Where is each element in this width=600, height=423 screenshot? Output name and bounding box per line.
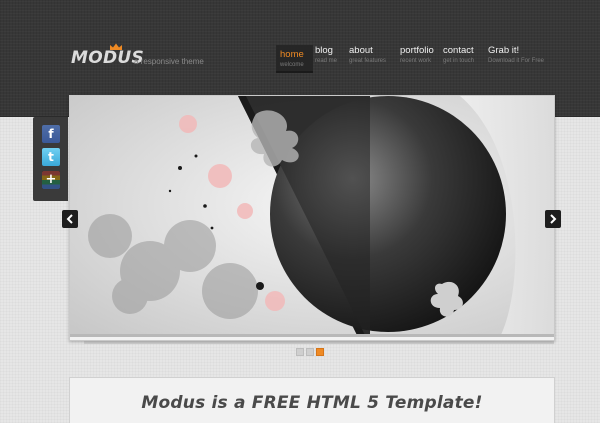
nav-item-contact[interactable]: contact get in touch — [443, 45, 474, 73]
nav-item-about[interactable]: about great features — [349, 45, 386, 73]
nav-item-home[interactable]: home welcome — [276, 45, 313, 73]
nav-item-blog[interactable]: blog read me — [315, 45, 337, 73]
chevron-right-icon — [550, 214, 557, 224]
nav-label: Grab it! — [488, 45, 520, 56]
chevron-left-icon — [66, 214, 73, 224]
slider-prev-button[interactable] — [62, 210, 78, 228]
slider-dot-1[interactable] — [296, 348, 304, 356]
nav-sublabel: recent work — [400, 58, 432, 64]
slider-dot-3[interactable] — [316, 348, 324, 356]
slider-next-button[interactable] — [545, 210, 561, 228]
main-navigation: home welcome blog read me about great fe… — [0, 45, 600, 75]
page-headline: Modus is a FREE HTML 5 Template! — [141, 393, 483, 413]
nav-label: blog — [315, 45, 333, 56]
social-share-bar: f t + — [33, 117, 68, 201]
nav-sublabel: Download it For Free — [488, 58, 545, 64]
nav-sublabel: read me — [315, 58, 338, 64]
nav-item-portfolio[interactable]: portfolio recent work — [400, 45, 434, 73]
google-plus-icon[interactable]: + — [42, 171, 60, 189]
nav-sublabel: great features — [349, 58, 387, 64]
facebook-icon[interactable]: f — [42, 125, 60, 143]
nav-label: home — [280, 49, 304, 60]
nav-item-grab-it[interactable]: Grab it! Download it For Free — [488, 45, 544, 73]
nav-sublabel: welcome — [280, 62, 304, 68]
slide-image[interactable] — [70, 96, 554, 337]
twitter-icon[interactable]: t — [42, 148, 60, 166]
nav-label: contact — [443, 45, 474, 56]
image-slider — [69, 95, 555, 341]
nav-label: portfolio — [400, 45, 434, 56]
nav-label: about — [349, 45, 373, 56]
nav-sublabel: get in touch — [443, 58, 475, 64]
slider-dot-2[interactable] — [306, 348, 314, 356]
